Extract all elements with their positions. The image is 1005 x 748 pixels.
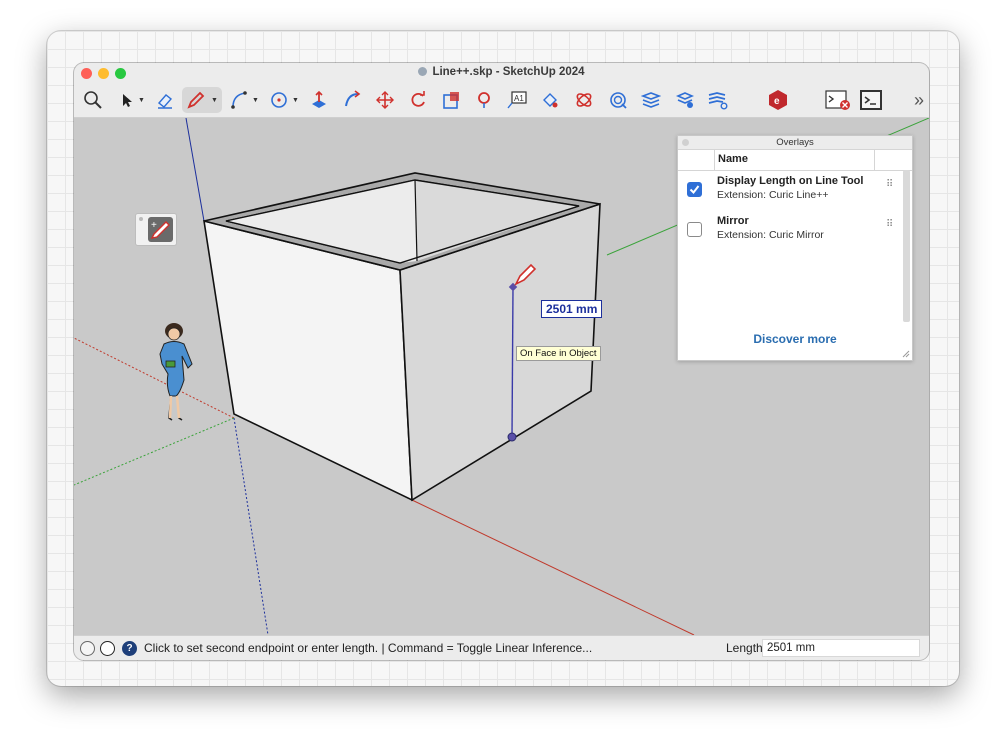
overlays-table-header: Name xyxy=(678,150,912,171)
select-tool-button[interactable] xyxy=(113,87,139,113)
status-message: Click to set second endpoint or enter le… xyxy=(144,641,593,655)
tags-tool-button[interactable] xyxy=(672,87,698,113)
checkmark-icon xyxy=(689,185,700,195)
overlay-item-mirror[interactable]: Mirror Extension: Curic Mirror ⠿ xyxy=(678,211,902,249)
follow-me-icon xyxy=(345,90,361,107)
title-bar: Line++.skp - SketchUp 2024 xyxy=(74,63,929,83)
paint-bucket-icon xyxy=(543,93,558,108)
overlays-panel: Overlays Name Display Length on Line Too… xyxy=(677,135,913,361)
ruby-console-icon xyxy=(860,90,882,110)
header-divider xyxy=(714,150,715,170)
scale-icon xyxy=(443,92,459,109)
overlay-checkbox-checked[interactable] xyxy=(687,182,702,197)
pencil-line-icon xyxy=(187,91,205,109)
drag-handle-icon[interactable]: ⠿ xyxy=(886,220,893,230)
push-pull-tool-button[interactable] xyxy=(306,87,332,113)
overlay-extension: Extension: Curic Line++ xyxy=(717,189,829,201)
svg-text:e: e xyxy=(774,96,780,107)
discover-more-link[interactable]: Discover more xyxy=(678,332,912,346)
extension-warehouse-icon: e xyxy=(769,90,787,110)
orbit-icon xyxy=(576,93,592,107)
green-axis-negative xyxy=(74,417,235,486)
section-plane-tool-button[interactable] xyxy=(605,87,631,113)
blue-axis-negative xyxy=(233,417,269,635)
toolbar-overflow-button[interactable]: » xyxy=(906,87,929,113)
dimension-label: 2501 mm xyxy=(541,300,603,318)
document-icon xyxy=(418,67,428,76)
ruby-console-button[interactable] xyxy=(858,87,884,113)
line-plus-plus-icon: + xyxy=(139,217,173,242)
eraser-icon xyxy=(157,94,173,109)
status-bar: ? Click to set second endpoint or enter … xyxy=(74,635,929,660)
svg-text:A1: A1 xyxy=(514,94,524,103)
eraser-tool-button[interactable] xyxy=(152,87,178,113)
text-tool-button[interactable]: A1 xyxy=(504,87,530,113)
red-axis xyxy=(411,499,695,635)
rotate-tool-button[interactable] xyxy=(405,87,431,113)
credits-icon[interactable] xyxy=(100,641,115,656)
red-axis-negative xyxy=(74,337,235,419)
overlays-panel-title: Overlays xyxy=(678,136,912,150)
overlay-extension: Extension: Curic Mirror xyxy=(717,229,824,241)
layers-icon xyxy=(641,92,661,108)
select-dropdown-icon[interactable]: ▼ xyxy=(138,97,145,104)
circle-tool-button[interactable] xyxy=(266,87,292,113)
extension-warehouse-button[interactable]: e xyxy=(765,87,791,113)
orbit-tool-button[interactable] xyxy=(571,87,597,113)
drawn-line xyxy=(511,286,514,438)
text-icon: A1 xyxy=(507,91,527,109)
section-plane-icon xyxy=(610,92,627,109)
svg-text:+: + xyxy=(151,220,157,231)
floating-toolbar[interactable]: + xyxy=(135,213,177,246)
arc-dropdown-icon[interactable]: ▼ xyxy=(252,97,259,104)
scale-tool-button[interactable] xyxy=(438,87,464,113)
drag-handle-icon[interactable]: ⠿ xyxy=(886,180,893,190)
arc-tool-button[interactable] xyxy=(226,87,252,113)
line-start-point xyxy=(507,432,517,442)
line-dropdown-icon[interactable]: ▼ xyxy=(211,97,218,104)
circle-icon xyxy=(271,92,287,108)
sketchup-window: Line++.skp - SketchUp 2024 ▼ ▼ ▼ ▼ A1 e … xyxy=(74,63,929,660)
tape-measure-icon xyxy=(478,92,490,108)
overlay-name: Mirror xyxy=(717,215,749,227)
overlay-item-display-length[interactable]: Display Length on Line Tool Extension: C… xyxy=(678,171,902,209)
paint-bucket-tool-button[interactable] xyxy=(537,87,563,113)
tags-icon xyxy=(675,92,695,108)
resize-grip-icon[interactable] xyxy=(902,350,910,358)
help-icon[interactable]: ? xyxy=(122,641,137,656)
scale-figure xyxy=(159,323,193,421)
zoom-tool-button[interactable] xyxy=(80,87,106,113)
blue-axis xyxy=(185,118,205,222)
styles-icon xyxy=(708,92,728,110)
column-header-name[interactable]: Name xyxy=(718,153,748,165)
header-divider xyxy=(874,150,875,170)
rotate-icon xyxy=(411,91,425,107)
main-toolbar: ▼ ▼ ▼ ▼ A1 e » xyxy=(74,83,929,118)
ruby-console-error-icon xyxy=(825,90,850,110)
inference-tooltip: On Face in Object xyxy=(516,346,601,361)
move-tool-button[interactable] xyxy=(372,87,398,113)
geo-location-icon[interactable] xyxy=(80,641,95,656)
ruby-console-error-button[interactable] xyxy=(825,87,851,113)
overlay-name: Display Length on Line Tool xyxy=(717,175,864,187)
overlay-checkbox-unchecked[interactable] xyxy=(687,222,702,237)
push-pull-icon xyxy=(312,90,326,108)
circle-dropdown-icon[interactable]: ▼ xyxy=(292,97,299,104)
measurements-label: Length xyxy=(726,641,763,655)
layers-tool-button[interactable] xyxy=(638,87,664,113)
overlays-scrollbar[interactable] xyxy=(903,170,910,322)
model-viewport[interactable]: + 2501 mm On Face in Object Overlays Nam… xyxy=(74,118,929,635)
window-title: Line++.skp - SketchUp 2024 xyxy=(74,66,929,78)
tape-measure-tool-button[interactable] xyxy=(471,87,497,113)
measurements-input[interactable] xyxy=(762,639,920,657)
styles-tool-button[interactable] xyxy=(705,87,731,113)
move-icon xyxy=(376,91,394,109)
select-icon xyxy=(123,94,132,107)
panel-close-button[interactable] xyxy=(682,139,689,146)
zoom-icon xyxy=(84,91,102,109)
arc-icon xyxy=(231,91,247,109)
follow-me-tool-button[interactable] xyxy=(339,87,365,113)
